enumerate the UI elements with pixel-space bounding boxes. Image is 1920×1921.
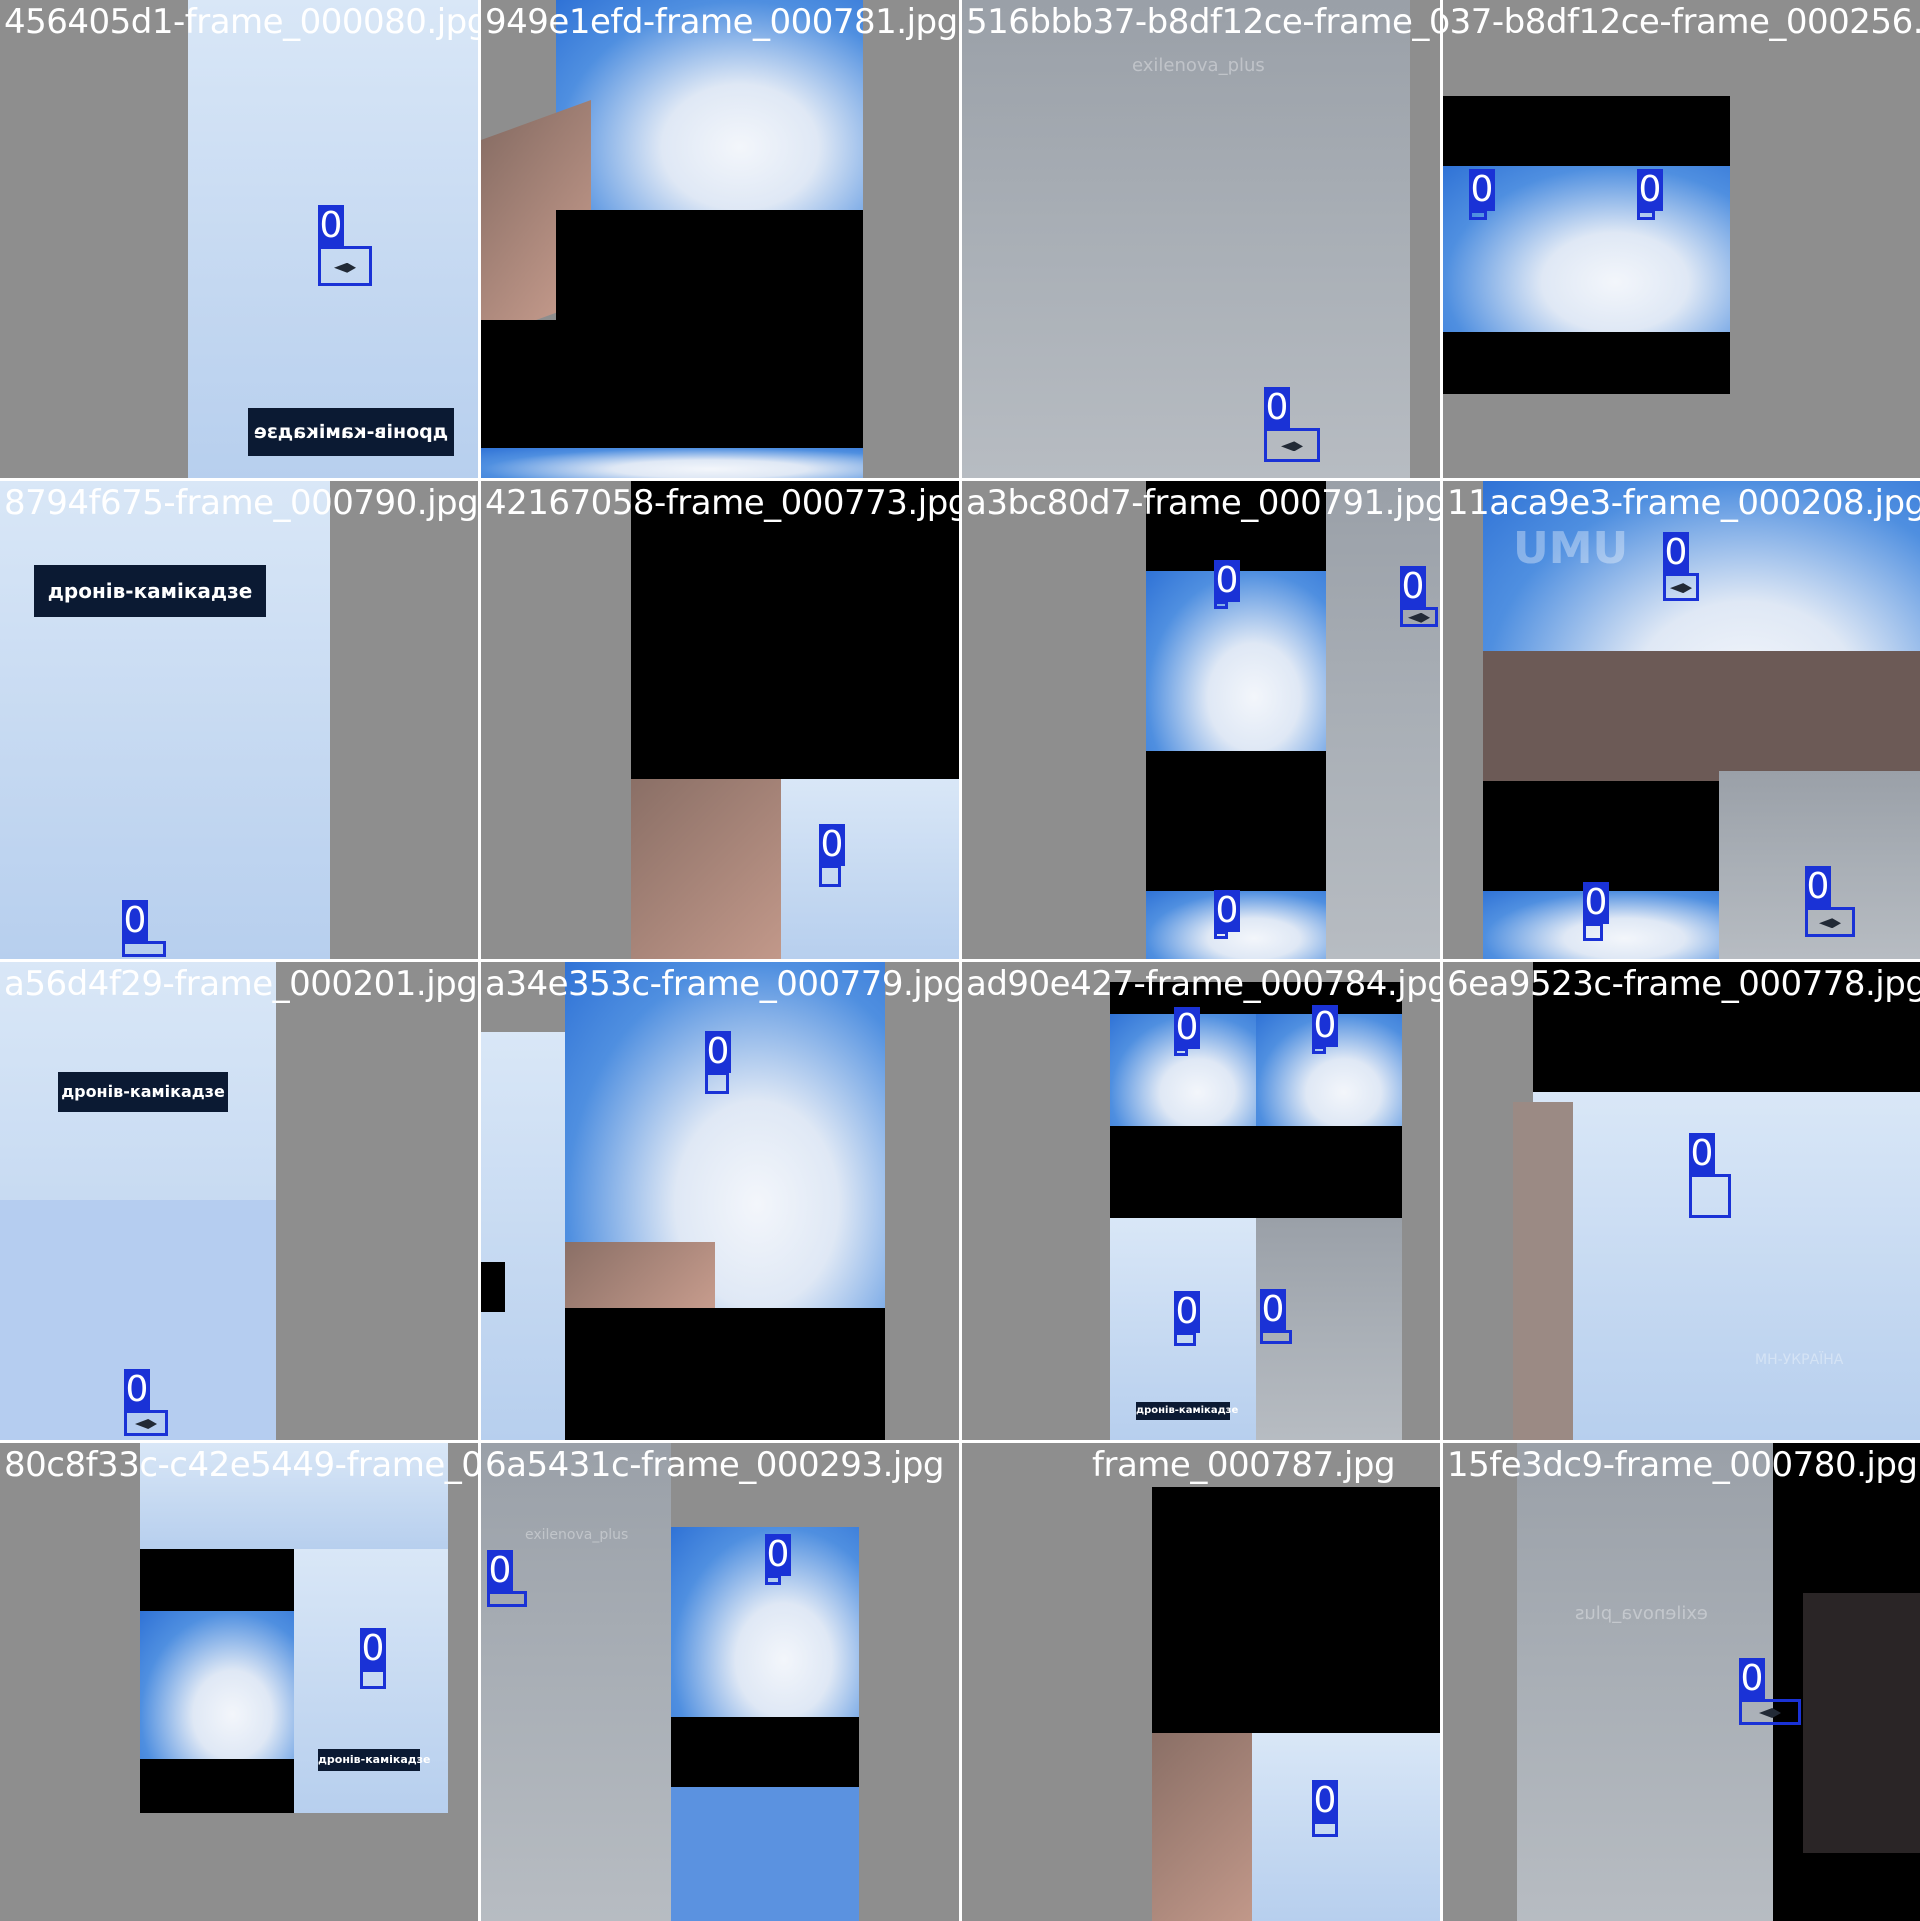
class-label: 0 [122,900,148,942]
class-label: 0 [1174,1291,1200,1333]
tile-filename: 6a5431c-frame_000293.jpg [485,1445,945,1485]
tile-filename: a56d4f29-frame_000201.jpg [4,964,478,1004]
mosaic-tile: 0 frame_000787.jpg [962,1443,1440,1921]
tile-filename: 42167058-frame_000773.jpg [485,483,959,523]
mosaic-tile: МН-УКРАЇНА 0 6ea9523c-frame_000778.jpg [1443,962,1920,1440]
detection-box: 0 [1174,1007,1200,1056]
drone-icon [1819,918,1841,929]
drone-caption: дронів-камікадзе [1136,1402,1238,1420]
class-label: 0 [1663,532,1689,574]
detection-box: 0 [1469,169,1495,220]
mosaic-tile: 0 42167058-frame_000773.jpg [481,481,959,959]
class-label: 0 [318,205,344,247]
detection-box: 0 [1264,387,1320,462]
mosaic-tile: 0 a34e353c-frame_000779.jpg [481,962,959,1440]
detection-box: 0 [1400,566,1438,627]
tile-filename: 949e1efd-frame_000781.jpg [485,2,958,42]
mosaic-grid: дронів-камікадзе 0 456405d1-frame_000080… [0,0,1920,1921]
detection-box: 0 [765,1534,791,1585]
detection-box: 0 [705,1031,731,1094]
mosaic-tile: дронів-камікадзе 0 0 0 0 ad90e427-frame_… [962,962,1440,1440]
drone-icon [1759,1708,1781,1718]
detection-box: 0 [487,1550,527,1607]
mosaic-tile: 0 0 0 a3bc80d7-frame_000791.jpg [962,481,1440,959]
drone-caption: дронів-камікадзе [318,1749,431,1771]
class-label: 0 [1312,1780,1338,1822]
drone-caption: дронів-камікадзе [58,1072,228,1112]
detection-box: 0 [1214,890,1240,939]
drone-caption: дронів-камікадзе [34,565,266,617]
watermark: UMU [1513,523,1629,574]
watermark: exilenova_plus [1575,1603,1708,1624]
drone-icon [1281,441,1303,452]
detection-box: 0 [1312,1780,1338,1837]
class-label: 0 [765,1534,791,1576]
mosaic-tile: 949e1efd-frame_000781.jpg [481,0,959,478]
class-label: 0 [1264,387,1290,429]
class-label: 0 [1583,882,1609,924]
class-label: 0 [1312,1005,1338,1047]
tile-filename: ad90e427-frame_000784.jpg [966,964,1440,1004]
detection-box: 0 [1689,1133,1731,1218]
mosaic-tile: дронів-камікадзе 0 a56d4f29-frame_000201… [0,962,478,1440]
tile-filename: 6ea9523c-frame_000778.jpg [1447,964,1920,1004]
class-label: 0 [360,1628,386,1670]
tile-filename: frame_000787.jpg [1092,1445,1396,1485]
class-label: 0 [1400,566,1426,608]
watermark: МН-УКРАЇНА [1755,1352,1844,1368]
class-label: 0 [1739,1658,1765,1700]
detection-box: 0 [1312,1005,1338,1054]
watermark: exilenova_plus [525,1527,629,1543]
drone-icon [1408,612,1430,623]
class-label: 0 [1260,1289,1286,1331]
drone-caption: дронів-камікадзе [248,408,454,456]
tile-filename: 516bbb37-b8df12ce-frame_000256.jpg [966,2,1440,42]
detection-box: 0 [122,900,166,957]
mosaic-tile: дронів-камікадзе 0 8794f675-frame_000790… [0,481,478,959]
mosaic-tile: exilenova_plus 0 15fe3dc9-frame_000780.j… [1443,1443,1920,1921]
tile-filename: 80c8f33c-c42e5449-frame_000014.jpg [4,1445,478,1485]
class-label: 0 [1174,1007,1200,1049]
class-label: 0 [1214,560,1240,602]
detection-box: 0 [1739,1658,1801,1725]
detection-box: 0 [360,1628,386,1689]
detection-box: 0 [1174,1291,1200,1346]
class-label: 0 [1689,1133,1715,1175]
class-label: 0 [1805,866,1831,908]
class-label: 0 [1469,169,1495,211]
class-label: 0 [124,1369,150,1411]
tile-filename: 8794f675-frame_000790.jpg [4,483,478,523]
mosaic-tile: UMU 0 0 0 11aca9e3-frame_000208.jpg [1443,481,1920,959]
drone-icon [1670,583,1692,594]
detection-box: 0 [1663,532,1699,601]
tile-filename: a34e353c-frame_000779.jpg [485,964,959,1004]
detection-box: 0 [1805,866,1855,937]
class-label: 0 [487,1550,513,1592]
class-label: 0 [1214,890,1240,932]
drone-icon [334,262,356,273]
detection-box: 0 [1260,1289,1292,1344]
detection-box: 0 [124,1369,168,1436]
drone-icon [135,1419,157,1429]
class-label: 0 [705,1031,731,1073]
mosaic-tile: дронів-камікадзе 0 456405d1-frame_000080… [0,0,478,478]
detection-box: 0 [1214,560,1240,609]
detection-box: 0 [1583,882,1609,941]
tile-filename: a3bc80d7-frame_000791.jpg [966,483,1440,523]
tile-filename: 15fe3dc9-frame_000780.jpg [1447,1445,1918,1485]
mosaic-tile: exilenova_plus 0 516bbb37-b8df12ce-frame… [962,0,1440,478]
tile-filename: 516bbb37-b8df12ce-frame_000256.jpg [1443,2,1920,42]
tile-filename: 456405d1-frame_000080.jpg [4,2,478,42]
watermark: exilenova_plus [1132,55,1265,76]
class-label: 0 [819,824,845,866]
mosaic-tile: 0 0 516bbb37-b8df12ce-frame_000256.jpg [1443,0,1920,478]
detection-box: 0 [1637,169,1663,220]
detection-box: 0 [318,205,372,286]
class-label: 0 [1637,169,1663,211]
mosaic-tile: дронів-камікадзе 0 80c8f33c-c42e5449-fra… [0,1443,478,1921]
tile-filename: 11aca9e3-frame_000208.jpg [1447,483,1920,523]
mosaic-tile: exilenova_plus 0 0 6a5431c-frame_000293.… [481,1443,959,1921]
detection-box: 0 [819,824,845,887]
